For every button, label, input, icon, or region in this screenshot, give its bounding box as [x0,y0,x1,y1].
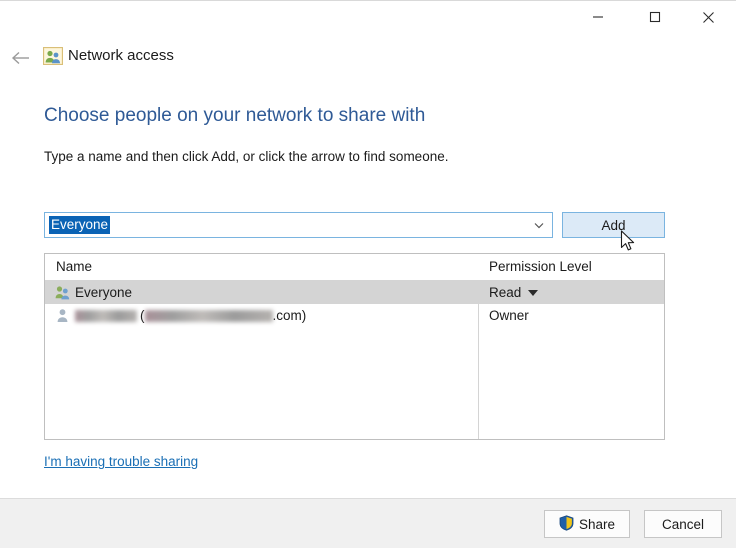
row-name-owner: (.com) [75,304,306,327]
maximize-button[interactable] [632,1,678,33]
group-users-icon [54,284,71,301]
add-button[interactable]: Add [562,212,665,238]
column-header-permission[interactable]: Permission Level [489,254,592,280]
window-title: Network access [68,47,174,64]
share-permissions-list[interactable]: Name Permission Level Everyone Read (.c… [44,253,665,440]
dialog-body: Choose people on your network to share w… [0,87,736,498]
minimize-button[interactable] [575,1,621,33]
name-input-value[interactable]: Everyone [49,216,111,234]
title-bar [0,1,736,37]
redacted-display-name [75,310,137,323]
permission-value: Read [489,285,522,300]
share-button[interactable]: Share [544,510,630,538]
page-title: Choose people on your network to share w… [44,105,426,126]
chevron-down-icon[interactable] [532,213,546,237]
row-name-suffix: .com) [272,308,307,323]
share-button-label: Share [578,516,616,532]
column-header-name[interactable]: Name [56,254,92,280]
instruction-text: Type a name and then click Add, or click… [44,149,449,164]
trouble-sharing-link[interactable]: I'm having trouble sharing [44,454,198,469]
single-user-icon [54,307,71,324]
back-arrow-icon[interactable] [6,45,36,71]
list-header-row: Name Permission Level [45,254,664,281]
caret-down-icon[interactable] [528,289,539,296]
table-row[interactable]: Everyone Read [45,281,664,304]
table-row[interactable]: (.com) Owner [45,304,664,327]
uac-shield-icon [559,514,574,534]
dialog-footer: Share Cancel [0,498,736,548]
redacted-email [144,310,273,323]
network-access-dialog: Network access Choose people on your net… [0,0,736,548]
cancel-button[interactable]: Cancel [644,510,722,538]
row-name-everyone: Everyone [75,285,133,300]
close-button[interactable] [685,1,731,33]
network-share-people-icon [42,45,64,67]
name-combo-box[interactable]: Everyone [44,212,553,238]
permission-dropdown-read[interactable]: Read [489,281,539,304]
permission-value-owner: Owner [489,308,529,323]
header-bar: Network access [0,41,736,75]
